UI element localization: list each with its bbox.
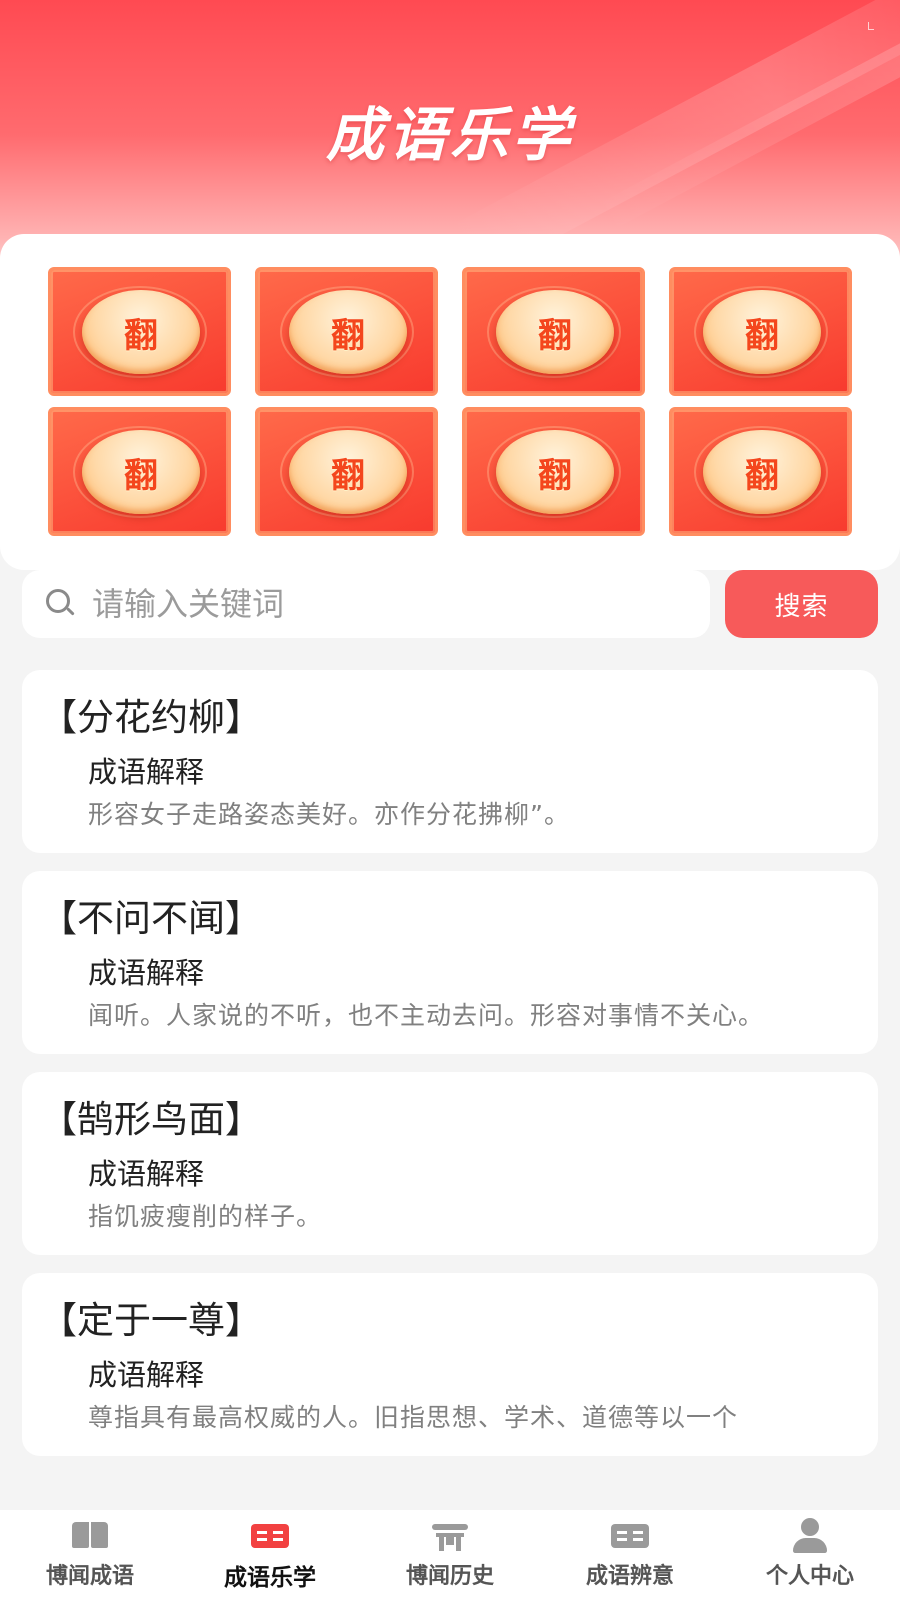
search-bar: 搜索 (22, 570, 878, 638)
flip-card[interactable]: 翻 (255, 267, 438, 396)
idiom-subtitle: 成语解释 (88, 1358, 205, 1392)
gate-icon (430, 1518, 470, 1554)
idiom-title: 【分花约柳】 (40, 696, 262, 739)
flip-coin-icon: 翻 (703, 430, 821, 514)
flip-label: 翻 (745, 455, 779, 496)
flip-label: 翻 (538, 455, 572, 496)
flip-coin-icon: 翻 (496, 430, 614, 514)
tab-label: 成语辨意 (585, 1564, 674, 1589)
tab-history[interactable]: 博闻历史 (360, 1510, 540, 1600)
flip-card-grid: 翻 翻 翻 翻 翻 翻 翻 翻 (48, 267, 854, 536)
tab-profile[interactable]: 个人中心 (720, 1510, 900, 1600)
flip-label: 翻 (124, 455, 158, 496)
flip-coin-icon: 翻 (703, 290, 821, 374)
flip-label: 翻 (124, 315, 158, 356)
flip-card[interactable]: 翻 (462, 267, 645, 396)
idiom-card[interactable]: 【不问不闻】 成语解释 闻听。人家说的不听，也不主动去问。形容对事情不关心。 (22, 871, 878, 1054)
tab-label: 博闻历史 (405, 1564, 494, 1589)
flip-coin-icon: 翻 (496, 290, 614, 374)
book-icon (70, 1518, 110, 1554)
flip-card-panel: 翻 翻 翻 翻 翻 翻 翻 翻 (0, 234, 900, 570)
tab-label: 个人中心 (765, 1564, 854, 1589)
idiom-subtitle: 成语解释 (88, 1157, 205, 1191)
idiom-title: 【定于一尊】 (40, 1299, 262, 1342)
idiom-description: 形容女子走路姿态美好。亦作分花拂柳”。 (88, 800, 570, 829)
idiom-card[interactable]: 【定于一尊】 成语解释 尊指具有最高权威的人。旧指思想、学术、道德等以一个 (22, 1273, 878, 1456)
flip-coin-icon: 翻 (289, 290, 407, 374)
search-button[interactable]: 搜索 (725, 570, 878, 638)
idiom-list: 【分花约柳】 成语解释 形容女子走路姿态美好。亦作分花拂柳”。 【不问不闻】 成… (22, 670, 878, 1473)
idiom-description: 指饥疲瘦削的样子。 (88, 1202, 323, 1231)
flip-coin-icon: 翻 (82, 430, 200, 514)
idiom-card[interactable]: 【鹄形鸟面】 成语解释 指饥疲瘦削的样子。 (22, 1072, 878, 1255)
search-field-container[interactable] (22, 570, 710, 638)
idiom-title: 【不问不闻】 (40, 897, 262, 940)
flip-label: 翻 (331, 455, 365, 496)
flip-label: 翻 (538, 315, 572, 356)
user-icon (790, 1518, 830, 1554)
open-book-icon (610, 1518, 650, 1554)
search-input[interactable] (92, 585, 652, 623)
flip-label: 翻 (331, 315, 365, 356)
search-icon (44, 587, 78, 621)
flip-card[interactable]: 翻 (462, 407, 645, 536)
tab-label: 成语乐学 (224, 1565, 316, 1591)
flip-label: 翻 (745, 315, 779, 356)
flip-card[interactable]: 翻 (48, 407, 231, 536)
idiom-subtitle: 成语解释 (88, 755, 205, 789)
bottom-tab-bar: 博闻成语 成语乐学 博闻历史 成语辨意 个人中心 (0, 1510, 900, 1600)
idiom-subtitle: 成语解释 (88, 956, 205, 990)
idiom-card[interactable]: 【分花约柳】 成语解释 形容女子走路姿态美好。亦作分花拂柳”。 (22, 670, 878, 853)
reading-icon (250, 1518, 290, 1554)
flip-card[interactable]: 翻 (669, 407, 852, 536)
flip-coin-icon: 翻 (82, 290, 200, 374)
idiom-title: 【鹄形鸟面】 (40, 1098, 262, 1141)
tab-idioms[interactable]: 博闻成语 (0, 1510, 180, 1600)
flip-card[interactable]: 翻 (669, 267, 852, 396)
flip-card[interactable]: 翻 (255, 407, 438, 536)
idiom-description: 尊指具有最高权威的人。旧指思想、学术、道德等以一个 (88, 1403, 739, 1432)
flip-coin-icon: 翻 (289, 430, 407, 514)
tab-idiom-meaning[interactable]: 成语辨意 (540, 1510, 720, 1600)
tab-idiom-learning[interactable]: 成语乐学 (180, 1510, 360, 1600)
status-indicator-icon (868, 22, 874, 30)
idiom-description: 闻听。人家说的不听，也不主动去问。形容对事情不关心。 (88, 1001, 765, 1030)
flip-card[interactable]: 翻 (48, 267, 231, 396)
tab-label: 博闻成语 (45, 1564, 134, 1589)
page-title: 成语乐学 (325, 101, 574, 169)
